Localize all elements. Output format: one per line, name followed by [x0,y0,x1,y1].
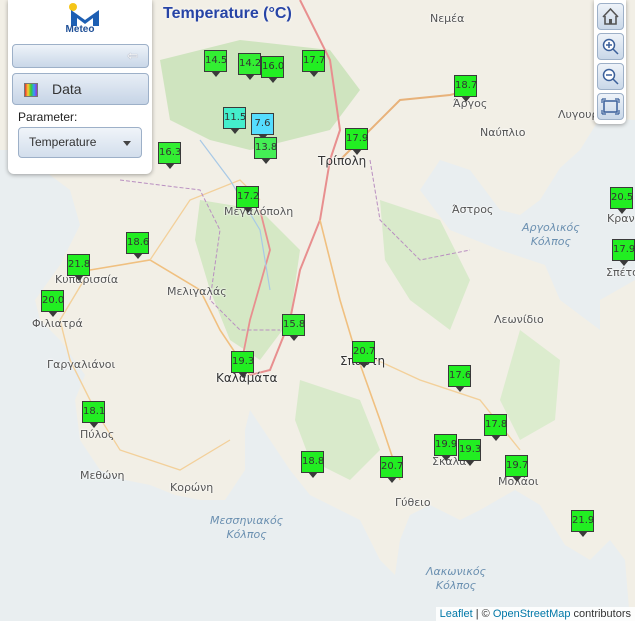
station-marker[interactable]: 17.8 [484,414,507,441]
attribution-contributors: contributors [570,608,631,620]
data-button[interactable]: Data [12,73,149,105]
map-attribution: Leaflet | © OpenStreetMap contributors [435,607,635,621]
station-marker[interactable]: 13.8 [254,137,277,164]
station-marker[interactable]: 20.7 [380,456,403,483]
attribution-separator: | © [472,608,493,620]
station-marker[interactable]: 19.3 [458,439,481,466]
station-marker[interactable]: 19.9 [434,434,457,461]
sea-label-lakonikos: Λακωνικός Κόλπος [426,565,487,592]
station-marker[interactable]: 21.9 [571,510,594,537]
place-label-astros: Άστρος [452,203,494,216]
parameter-select[interactable]: Temperature [18,127,142,158]
station-marker[interactable]: 17.9 [612,239,635,266]
parameter-label: Parameter: [18,110,78,124]
map[interactable]: Αργολικός Κόλπος Μεσσηνιακός Κόλπος Λακω… [0,0,635,621]
station-marker[interactable]: 20.5 [610,187,633,214]
station-marker[interactable]: 11.5 [223,107,246,134]
station-marker[interactable]: 21.8 [67,254,90,281]
extent-icon [601,98,620,115]
place-label-gargalianoi: Γαργαλιάνοι [47,358,116,371]
map-title: Temperature (°C) [163,5,292,22]
palette-icon [24,83,38,97]
station-marker[interactable]: 15.8 [282,314,305,341]
place-label-spetses: Σπέτσες [606,266,635,279]
home-icon [602,7,619,25]
map-toolbar [594,0,626,124]
place-label-koroni: Κορώνη [170,481,214,494]
zoom-out-button[interactable] [597,63,624,90]
place-label-leonidio: Λεωνίδιο [494,313,544,326]
station-marker[interactable]: 17.6 [448,365,471,392]
station-marker[interactable]: 19.3 [231,351,254,378]
station-marker[interactable]: 14.5 [204,50,227,77]
parameter-select-value: Temperature [29,135,97,149]
station-marker[interactable]: 7.6 [251,113,274,140]
arrow-left-icon: ⇦ [127,48,138,63]
station-marker[interactable]: 19.7 [505,455,528,482]
sea-label-messiniakos: Μεσσηνιακός Κόλπος [210,514,284,541]
zoom-in-button[interactable] [597,33,624,60]
station-marker[interactable]: 20.7 [352,341,375,368]
place-label-pylos: Πύλος [80,428,115,441]
place-label-filiatra: Φιλιατρά [32,317,83,330]
place-label-nafplio: Ναύπλιο [480,126,526,139]
station-marker[interactable]: 18.6 [126,232,149,259]
leaflet-link[interactable]: Leaflet [440,608,473,620]
station-marker[interactable]: 18.1 [82,401,105,428]
zoom-extent-button[interactable] [597,93,624,120]
station-marker[interactable]: 14.2 [238,53,261,80]
control-panel: Meteo ⇦ Data Parameter: Temperature [8,0,152,174]
station-marker[interactable]: 16.3 [158,142,181,169]
logo-text: Meteo [65,24,95,35]
collapse-panel-button[interactable]: ⇦ [12,44,149,68]
sea-label-argolikos: Αργολικός Κόλπος [522,221,580,248]
data-button-label: Data [52,81,82,97]
place-label-nemea: Νεμέα [430,12,465,25]
place-label-gytheio: Γύθειο [395,496,431,509]
place-label-tripoli: Τρίπολη [318,154,367,168]
station-marker[interactable]: 18.8 [301,451,324,478]
place-label-methoni: Μεθώνη [80,469,125,482]
station-marker[interactable]: 17.7 [302,50,325,77]
station-marker[interactable]: 17.2 [236,186,259,213]
station-marker[interactable]: 20.0 [41,290,64,317]
station-marker[interactable]: 18.7 [454,75,477,102]
station-marker[interactable]: 17.9 [345,128,368,155]
place-label-meligalas: Μελιγαλάς [167,285,227,298]
zoom-in-icon [602,38,619,55]
zoom-out-icon [602,68,619,85]
station-marker[interactable]: 16.0 [261,56,284,83]
openstreetmap-link[interactable]: OpenStreetMap [493,608,571,620]
chevron-down-icon [123,141,131,146]
home-button[interactable] [597,3,624,30]
